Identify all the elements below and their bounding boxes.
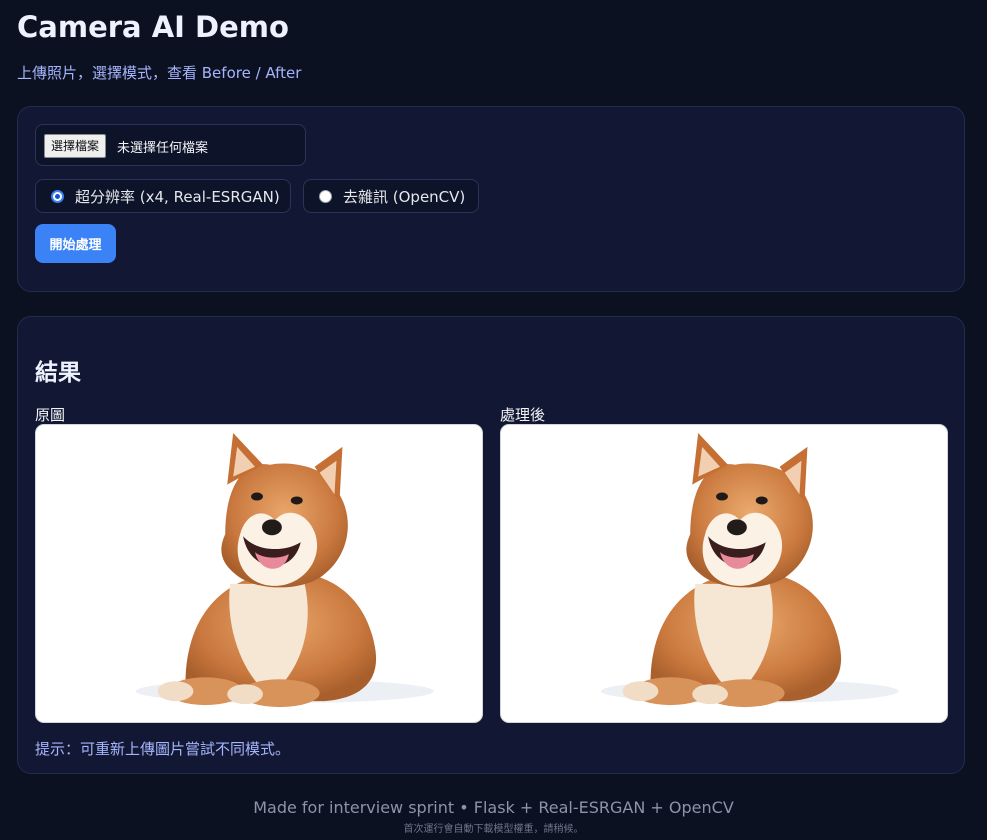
before-label: 原圖 — [35, 406, 66, 424]
page-title: Camera AI Demo — [17, 10, 289, 44]
file-input[interactable]: 選擇檔案 未選擇任何檔案 — [35, 124, 306, 166]
file-status-text: 未選擇任何檔案 — [117, 141, 209, 156]
result-card: 結果 原圖 處理後 提示：可重新上傳圖片嘗試不同模式。 — [17, 316, 965, 774]
upload-form-card: 選擇檔案 未選擇任何檔案 超分辨率 (x4, Real-ESRGAN) 去雜訊 … — [17, 106, 965, 292]
mode-option-label: 去雜訊 (OpenCV) — [343, 187, 466, 206]
choose-file-button[interactable]: 選擇檔案 — [44, 134, 107, 158]
shiba-dog-image — [600, 432, 899, 708]
radio-button[interactable] — [319, 189, 332, 203]
start-processing-button[interactable]: 開始處理 — [35, 224, 116, 263]
footer-credits: Made for interview sprint • Flask + Real… — [253, 798, 734, 817]
page-subtitle: 上傳照片，選擇模式，查看 Before / After — [17, 64, 302, 82]
footer-note: 首次運行會自動下載模型權重，請稍候。 — [403, 824, 584, 835]
shiba-dog-image — [135, 432, 434, 708]
mode-option-denoise[interactable]: 去雜訊 (OpenCV) — [303, 179, 479, 213]
radio-button-selected[interactable] — [51, 189, 64, 203]
after-image — [500, 424, 948, 723]
before-image — [35, 424, 483, 723]
hint-text: 提示：可重新上傳圖片嘗試不同模式。 — [35, 740, 291, 758]
mode-option-super-resolution[interactable]: 超分辨率 (x4, Real-ESRGAN) — [35, 179, 291, 213]
after-label: 處理後 — [500, 406, 546, 424]
result-heading: 結果 — [35, 360, 81, 386]
mode-option-label: 超分辨率 (x4, Real-ESRGAN) — [75, 187, 280, 206]
